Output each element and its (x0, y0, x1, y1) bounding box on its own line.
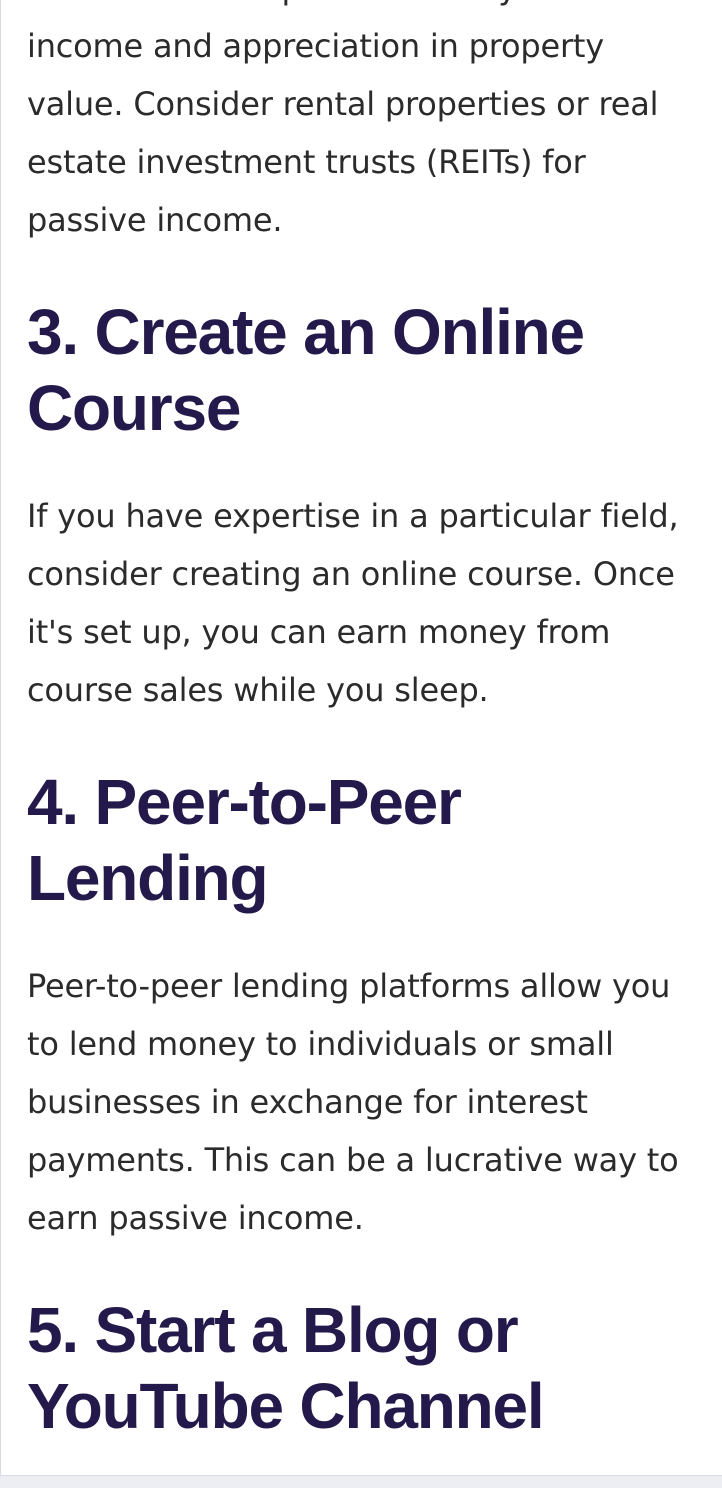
section-body-online-course: If you have expertise in a particular fi… (27, 497, 679, 709)
page-left-border (0, 0, 1, 1476)
bottom-navigation-bar (0, 1475, 722, 1488)
section-heading-blog-youtube: 5. Start a Blog or YouTube Channel (27, 1294, 545, 1442)
section-heading-p2p-lending: 4. Peer-to-Peer Lending (27, 766, 462, 914)
intro-paragraph: Real estate can provide steady rental in… (27, 0, 659, 239)
article-content: Real estate can provide steady rental in… (27, 0, 707, 1444)
section-heading-online-course: 3. Create an Online Course (27, 296, 585, 444)
section-body-p2p-lending: Peer-to-peer lending platforms allow you… (27, 967, 679, 1237)
